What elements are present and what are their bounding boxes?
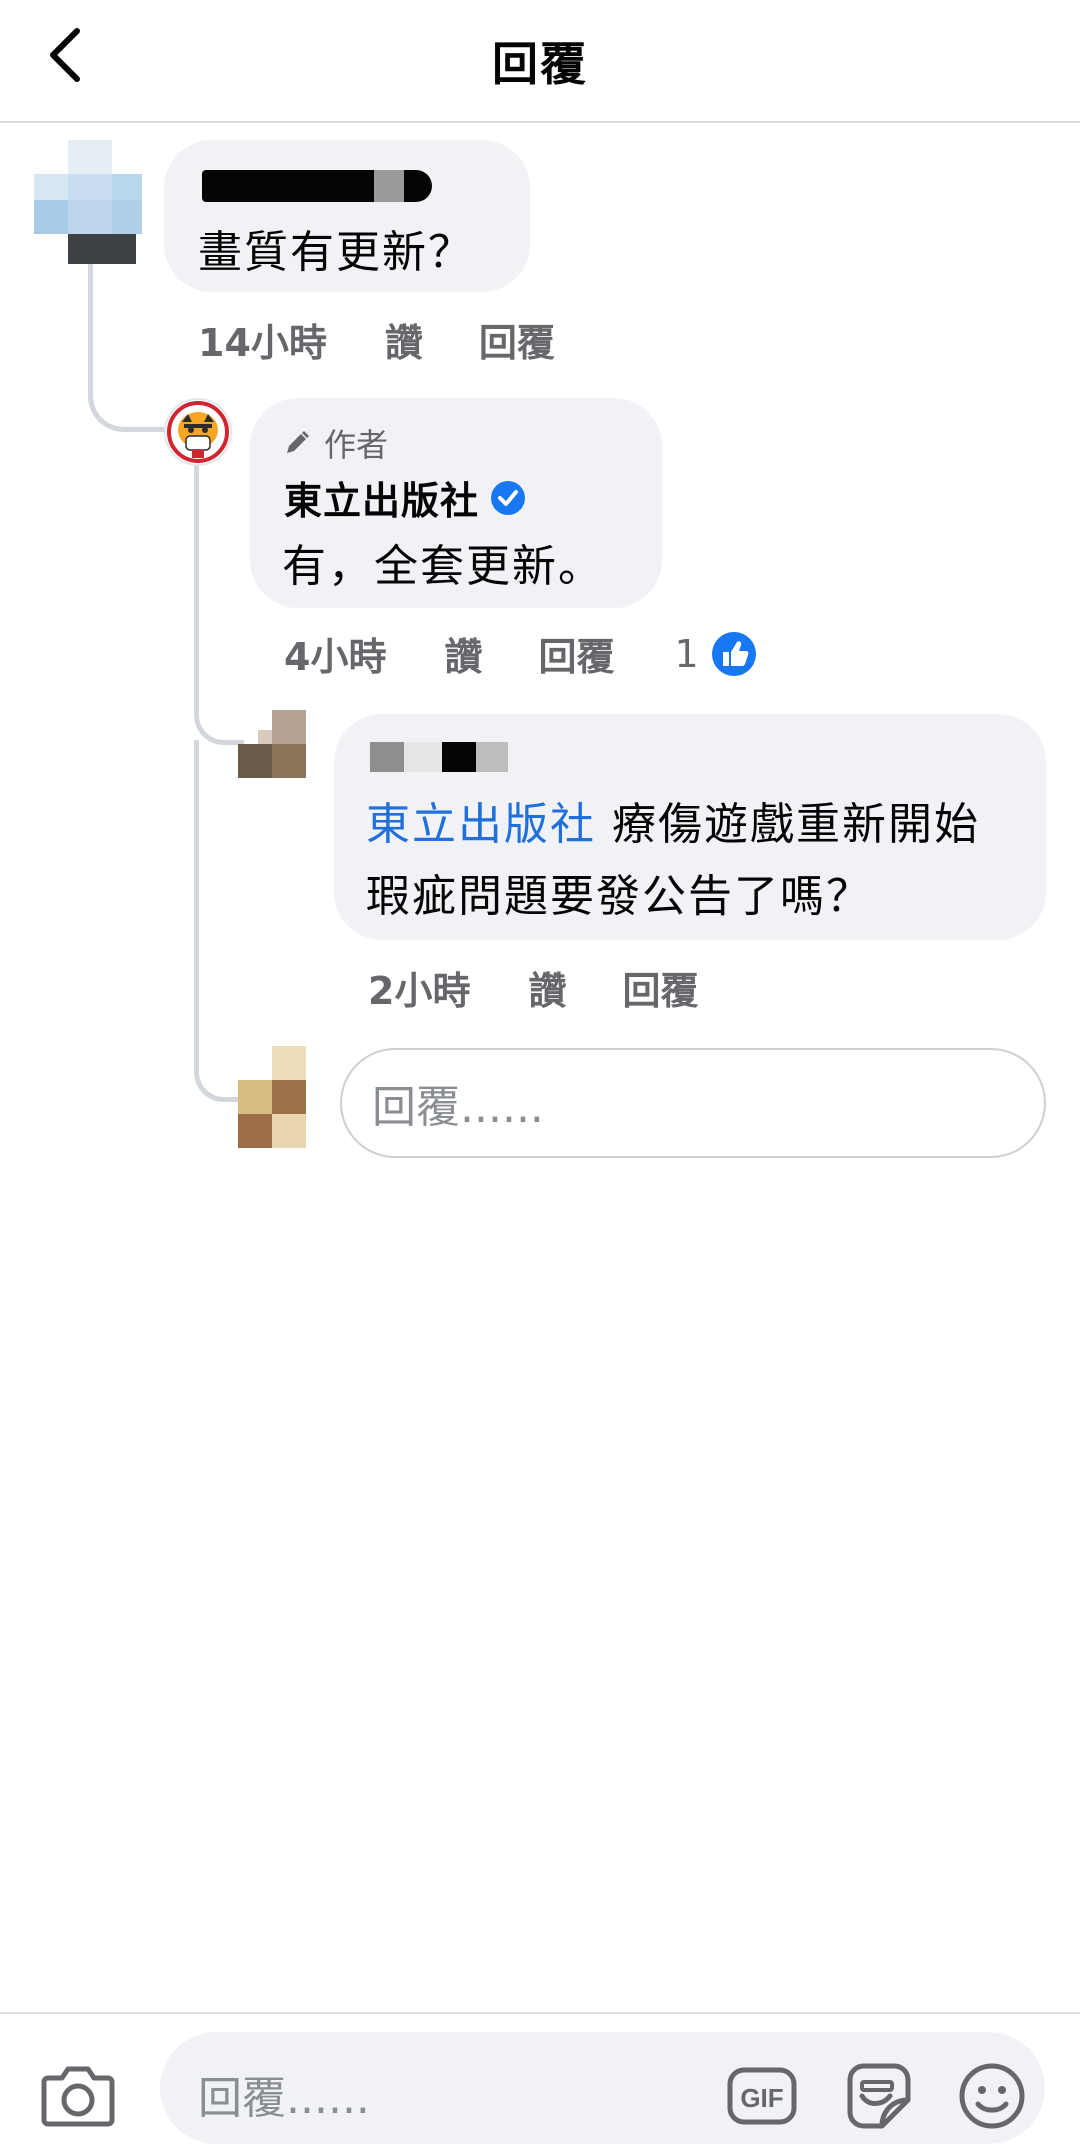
- redacted-username-tail: [374, 170, 404, 202]
- gif-button[interactable]: GIF: [726, 2060, 798, 2132]
- verified-badge-icon: [491, 480, 526, 515]
- gif-icon: GIF: [727, 2067, 797, 2125]
- tiger-mascot-icon: [167, 401, 229, 463]
- page-title: 回覆: [492, 37, 588, 91]
- like-button[interactable]: 讚: [528, 960, 566, 1015]
- like-reaction-icon[interactable]: [711, 631, 757, 677]
- comment-actions: 2小時 讚 回覆: [368, 960, 698, 1015]
- composer-placeholder: 回覆......: [198, 2073, 370, 2124]
- camera-button[interactable]: [40, 2062, 116, 2128]
- comment-time[interactable]: 4小時: [284, 626, 386, 681]
- reply-button[interactable]: 回覆: [538, 626, 614, 681]
- like-button[interactable]: 讚: [385, 312, 423, 367]
- redacted-username-end: [404, 170, 432, 202]
- mention-link[interactable]: 東立出版社: [366, 799, 596, 850]
- composer-bar: 回覆...... GIF: [0, 2012, 1080, 2156]
- emoji-button[interactable]: [956, 2060, 1028, 2132]
- sticker-icon: [847, 2063, 911, 2129]
- redacted-username: [202, 170, 402, 202]
- author-avatar[interactable]: [164, 398, 232, 466]
- author-badge: 作者: [282, 420, 388, 466]
- emoji-icon: [959, 2063, 1025, 2129]
- current-user-avatar: [238, 1046, 306, 1148]
- reaction-count[interactable]: 1: [674, 632, 698, 676]
- comment-composer-input[interactable]: 回覆...... GIF: [160, 2032, 1045, 2144]
- camera-icon: [41, 2066, 115, 2127]
- reply-button[interactable]: 回覆: [622, 960, 698, 1015]
- redacted-username: [404, 742, 442, 772]
- reply-button[interactable]: 回覆: [479, 312, 555, 367]
- avatar[interactable]: [32, 140, 144, 266]
- comment-bubble[interactable]: 作者 東立出版社 有，全套更新。: [250, 398, 662, 608]
- reply-input[interactable]: 回覆......: [340, 1048, 1046, 1158]
- thread-line-1: [88, 262, 188, 432]
- comment-text: 東立出版社 療傷遊戲重新開始: [366, 788, 980, 852]
- avatar[interactable]: [238, 710, 306, 778]
- pencil-icon: [287, 431, 309, 453]
- author-name-text[interactable]: 東立出版社: [284, 470, 479, 525]
- thread-line-2: [194, 465, 244, 745]
- sticker-button[interactable]: [842, 2060, 914, 2132]
- comment-time[interactable]: 2小時: [368, 960, 470, 1015]
- author-name[interactable]: 東立出版社: [284, 470, 527, 525]
- comment-bubble[interactable]: 畫質有更新？: [164, 140, 530, 292]
- comment-text-line2: 瑕疵問題要發公告了嗎？: [366, 871, 872, 922]
- author-badge-label: 作者: [324, 426, 389, 464]
- comment-actions: 4小時 讚 回覆 1: [284, 626, 757, 681]
- comment-text: 有，全套更新。: [282, 541, 604, 592]
- redacted-username: [370, 742, 404, 772]
- comment-actions: 14小時 讚 回覆: [198, 312, 555, 367]
- reply-placeholder: 回覆......: [372, 1082, 544, 1133]
- like-button[interactable]: 讚: [444, 626, 482, 681]
- comment-text: 畫質有更新？: [198, 227, 474, 278]
- svg-text:GIF: GIF: [740, 2083, 783, 2113]
- redacted-username: [476, 742, 508, 772]
- redacted-username: [442, 742, 476, 772]
- comment-text-line1: 療傷遊戲重新開始: [596, 799, 980, 850]
- comment-time[interactable]: 14小時: [198, 312, 327, 367]
- comment-bubble[interactable]: 東立出版社 療傷遊戲重新開始 瑕疵問題要發公告了嗎？: [334, 714, 1046, 940]
- thread-line-3: [194, 740, 244, 1102]
- top-bar: 回覆: [0, 0, 1080, 123]
